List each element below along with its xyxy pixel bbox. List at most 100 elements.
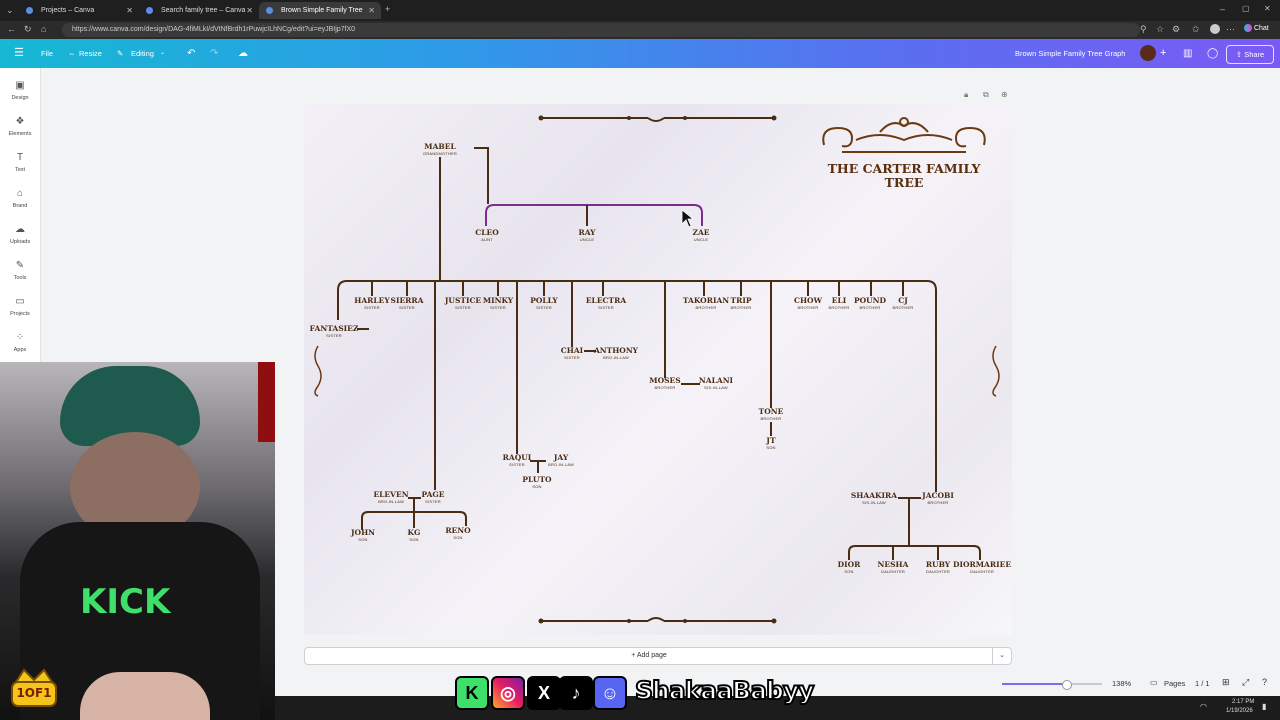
wifi-icon[interactable]: ◠ <box>1200 702 1207 711</box>
page-count: 1 / 1 <box>1195 679 1210 688</box>
person-name-moses[interactable]: MOSES <box>649 377 680 385</box>
person-name-pound[interactable]: POUND <box>854 297 886 305</box>
person-name-pluto[interactable]: PLUTO <box>522 476 551 484</box>
discord-icon: ☺ <box>593 676 627 710</box>
person-name-takorian[interactable]: TAKORIAN <box>683 297 729 305</box>
person-relation-nalani: SIS-IN-LAW <box>704 385 728 390</box>
webcam-background-accent <box>258 362 275 442</box>
person-relation-eli: BROTHER <box>828 305 850 310</box>
person-name-electra[interactable]: ELECTRA <box>586 297 626 305</box>
person-name-eleven[interactable]: ELEVEN <box>373 491 408 499</box>
right-scroll-ornament-icon <box>992 345 1000 397</box>
person-name-diormariee[interactable]: DIORMARIEE <box>953 561 1011 569</box>
person-relation-pound: BROTHER <box>859 305 881 310</box>
person-relation-tone: BROTHER <box>760 416 782 421</box>
person-name-dior[interactable]: DIOR <box>838 561 861 569</box>
person-name-john[interactable]: JOHN <box>351 529 375 537</box>
person-relation-trip: BROTHER <box>730 305 752 310</box>
person-relation-nesha: DAUGHTER <box>880 569 906 574</box>
person-name-harley[interactable]: HARLEY <box>354 297 389 305</box>
person-name-tone[interactable]: TONE <box>759 408 784 416</box>
person-relation-jt: SON <box>766 445 776 450</box>
help-icon[interactable]: ? <box>1262 677 1267 687</box>
person-name-sierra[interactable]: SIERRA <box>391 297 424 305</box>
fullscreen-icon[interactable]: ⤢ <box>1242 677 1249 688</box>
person-name-zae[interactable]: ZAE <box>692 229 709 237</box>
person-name-jay[interactable]: JAY <box>554 454 568 462</box>
kick-hoodie-text: KICK <box>80 582 171 622</box>
ofone-crown-logo: 1OF1 <box>10 664 58 710</box>
person-relation-john: SON <box>358 537 368 542</box>
person-relation-eleven: BRO-IN-LAW <box>378 499 404 504</box>
streamer-name: ShakaaBabyy <box>634 675 815 706</box>
person-relation-electra: SISTER <box>598 305 614 310</box>
mouse-cursor-icon <box>681 209 695 228</box>
taskbar-time: 2:17 PM <box>1232 699 1255 705</box>
person-name-ruby[interactable]: RUBY <box>926 561 950 569</box>
person-relation-shaakira: SIS-IN-LAW <box>862 500 886 505</box>
jacobi-kids-bar <box>848 545 981 560</box>
person-relation-raqui: SISTER <box>509 462 525 467</box>
left-scroll-ornament-icon <box>314 345 322 397</box>
zoom-level[interactable]: 138% <box>1112 679 1131 688</box>
person-name-ray[interactable]: RAY <box>578 229 595 237</box>
person-relation-mabel: GRANDMOTHER <box>423 151 457 156</box>
chevron-down-icon[interactable]: ⌄ <box>992 648 1011 664</box>
person-relation-page: SISTER <box>425 499 441 504</box>
zoom-slider-fill <box>1002 683 1066 685</box>
person-relation-zae: UNCLE <box>693 237 709 242</box>
person-relation-takorian: BROTHER <box>695 305 717 310</box>
person-relation-chai: SISTER <box>564 355 580 360</box>
person-name-nesha[interactable]: NESHA <box>878 561 909 569</box>
person-name-jt[interactable]: JT <box>766 437 775 445</box>
person-name-raqui[interactable]: RAQUI <box>503 454 532 462</box>
person-relation-justice: SISTER <box>455 305 471 310</box>
person-name-nalani[interactable]: NALANI <box>699 377 733 385</box>
person-relation-minky: SISTER <box>490 305 506 310</box>
person-name-shaakira[interactable]: SHAAKIRA <box>851 492 897 500</box>
person-name-chai[interactable]: CHAI <box>561 347 583 355</box>
family-tree-title[interactable]: THE CARTER FAMILY TREE <box>818 162 990 190</box>
person-name-chow[interactable]: CHOW <box>794 297 822 305</box>
pages-icon: ▭ <box>1150 678 1158 687</box>
webcam-hands <box>80 672 210 720</box>
add-page-button[interactable]: + Add page ⌄ <box>304 647 1012 665</box>
grid-view-icon[interactable]: ⊞ <box>1222 677 1230 688</box>
person-relation-harley: SISTER <box>364 305 380 310</box>
add-page-label: + Add page <box>631 652 667 659</box>
person-relation-cj: BROTHER <box>892 305 914 310</box>
person-relation-jacobi: BROTHER <box>927 500 949 505</box>
person-relation-moses: BROTHER <box>654 385 676 390</box>
zoom-slider[interactable] <box>1002 680 1102 690</box>
person-relation-kg: SON <box>409 537 419 542</box>
pages-button[interactable]: Pages <box>1164 679 1185 688</box>
person-name-fantasiez[interactable]: FANTASIEZ <box>310 325 359 333</box>
person-name-justice[interactable]: JUSTICE <box>445 297 481 305</box>
person-name-minky[interactable]: MINKY <box>483 297 513 305</box>
person-name-cj[interactable]: CJ <box>898 297 908 305</box>
x-icon: X <box>527 676 561 710</box>
person-relation-reno: SON <box>453 535 463 540</box>
person-name-kg[interactable]: KG <box>408 529 421 537</box>
person-relation-chow: BROTHER <box>797 305 819 310</box>
person-name-eli[interactable]: ELI <box>832 297 847 305</box>
notifications-icon[interactable]: ▮ <box>1262 702 1266 711</box>
selected-uncles-bar <box>485 204 703 226</box>
person-name-mabel[interactable]: MABEL <box>424 143 455 151</box>
person-relation-cleo: AUNT <box>481 237 493 242</box>
person-name-jacobi[interactable]: JACOBI <box>922 492 954 500</box>
person-relation-pluto: SON <box>532 484 542 489</box>
person-name-trip[interactable]: TRIP <box>731 297 752 305</box>
person-name-reno[interactable]: RENO <box>445 527 470 535</box>
person-name-anthony[interactable]: ANTHONY <box>594 347 638 355</box>
person-relation-ruby: DAUGHTER <box>925 569 951 574</box>
bottom-ornament-curl <box>647 617 665 622</box>
person-relation-dior: SON <box>844 569 854 574</box>
person-name-polly[interactable]: POLLY <box>530 297 558 305</box>
person-relation-anthony: BRO-IN-LAW <box>603 355 629 360</box>
taskbar-date: 1/19/2026 <box>1226 708 1253 714</box>
person-name-cleo[interactable]: CLEO <box>475 229 499 237</box>
top-ornament-curl <box>647 117 665 122</box>
zoom-slider-handle[interactable] <box>1062 680 1072 690</box>
person-name-page[interactable]: PAGE <box>421 491 444 499</box>
